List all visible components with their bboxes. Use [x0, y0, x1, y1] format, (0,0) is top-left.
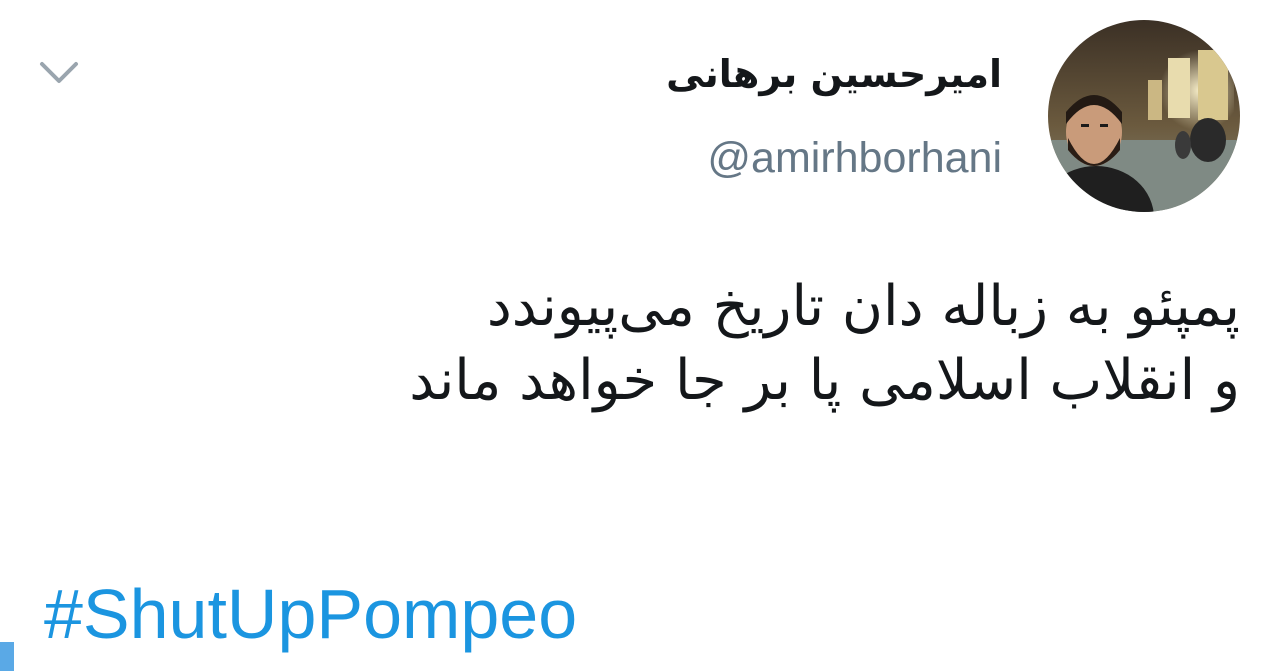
tweet-header: امیرحسین برهانی @amirhborhani: [666, 18, 1240, 214]
author-handle[interactable]: @amirhborhani: [666, 130, 1002, 186]
chevron-down-icon[interactable]: [38, 58, 80, 88]
avatar[interactable]: [1048, 20, 1240, 212]
tweet-text-line-1: پمپئو به زباله دان تاریخ می‌پیوندد: [486, 274, 1240, 339]
author-names: امیرحسین برهانی @amirhborhani: [666, 46, 1002, 186]
tweet-text: پمپئو به زباله دان تاریخ می‌پیوندد و انق…: [140, 270, 1240, 418]
tweet-text-line-2: و انقلاب اسلامی پا بر جا خواهد ماند: [409, 348, 1240, 413]
edge-marker: [0, 642, 14, 671]
author-display-name[interactable]: امیرحسین برهانی: [666, 48, 1002, 100]
hashtag-link[interactable]: #ShutUpPompeo: [44, 572, 577, 656]
